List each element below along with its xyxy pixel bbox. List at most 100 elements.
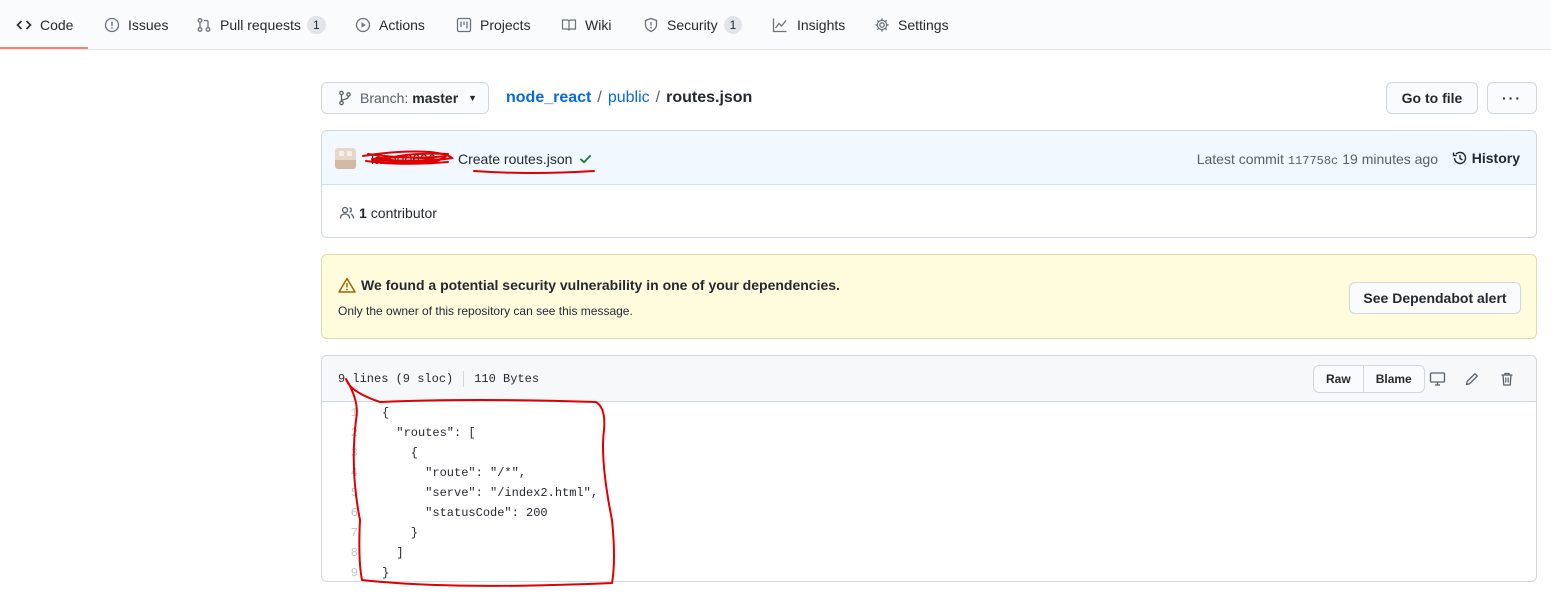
raw-button[interactable]: Raw (1314, 366, 1363, 392)
pull-requests-counter: 1 (306, 16, 326, 34)
tab-security[interactable]: Security 1 (643, 0, 743, 50)
tab-actions-label: Actions (379, 17, 425, 33)
code-line: 1{ (322, 403, 1536, 423)
tab-issues-label: Issues (128, 17, 169, 33)
line-number[interactable]: 4 (322, 463, 362, 483)
line-number[interactable]: 8 (322, 543, 362, 563)
shield-icon (643, 17, 659, 33)
selected-tab-underline (0, 47, 88, 49)
security-alert-subtitle: Only the owner of this repository can se… (338, 304, 633, 318)
see-dependabot-alert-button[interactable]: See Dependabot alert (1349, 282, 1521, 314)
line-number[interactable]: 5 (322, 483, 362, 503)
file-info: 9 lines (9 sloc) 110 Bytes (338, 371, 539, 387)
code-text: } (382, 566, 390, 580)
graph-icon (771, 17, 789, 33)
tab-insights-label: Insights (797, 17, 846, 33)
code-text: ] (382, 546, 404, 560)
code-text: { (382, 406, 390, 420)
trash-icon[interactable] (1498, 370, 1516, 388)
more-options-button[interactable]: ··· (1487, 82, 1537, 114)
project-icon (456, 17, 472, 33)
git-pull-request-icon (196, 17, 212, 33)
commit-sha-link[interactable]: 117758c (1288, 154, 1338, 168)
tab-issues[interactable]: Issues (104, 0, 168, 50)
play-icon (355, 17, 371, 33)
code-line: 8 ] (322, 543, 1536, 563)
tab-settings-label: Settings (898, 17, 949, 33)
branch-prefix: Branch: (360, 90, 409, 106)
code-text: "route": "/*", (382, 466, 527, 480)
pencil-icon[interactable] (1463, 370, 1481, 388)
line-number[interactable]: 7 (322, 523, 362, 543)
security-alert-banner: We found a potential security vulnerabil… (321, 254, 1537, 339)
code-line: 3 { (322, 443, 1536, 463)
branch-name: master (412, 90, 459, 106)
gear-icon (874, 17, 890, 33)
avatar[interactable] (335, 148, 356, 169)
chevron-down-icon: ▼ (468, 93, 478, 103)
branch-selector[interactable]: Branch: master ▼ (321, 82, 489, 114)
issue-opened-icon (104, 17, 120, 33)
breadcrumb-repo-link[interactable]: node_react (506, 89, 591, 107)
breadcrumb-separator: / (597, 89, 602, 106)
tab-pull-requests-label: Pull requests (220, 17, 301, 33)
tab-actions[interactable]: Actions (355, 0, 425, 50)
check-icon[interactable] (578, 151, 593, 170)
code-view: 1{2 "routes": [3 {4 "route": "/*", 5 "ser… (322, 403, 1536, 581)
code-text: "routes": [ (382, 426, 476, 440)
code-text: } (382, 526, 419, 540)
line-number[interactable]: 1 (322, 403, 362, 423)
file-view-buttons: Raw Blame (1313, 365, 1425, 393)
breadcrumb-folder-link[interactable]: public (608, 89, 650, 107)
tab-code[interactable]: Code (16, 0, 73, 50)
code-line: 7 } (322, 523, 1536, 543)
tab-code-label: Code (40, 17, 74, 33)
code-line: 4 "route": "/*", (322, 463, 1536, 483)
code-icon (16, 17, 32, 33)
code-text: "statusCode": 200 (382, 506, 548, 520)
tab-projects-label: Projects (480, 17, 531, 33)
blame-button[interactable]: Blame (1362, 366, 1424, 392)
breadcrumb: node_react / public / routes.json (506, 88, 752, 108)
line-number[interactable]: 2 (322, 423, 362, 443)
tab-wiki-label: Wiki (585, 17, 612, 33)
line-number[interactable]: 3 (322, 443, 362, 463)
security-alert-title-text: We found a potential security vulnerabil… (361, 277, 840, 293)
breadcrumb-file-name: routes.json (666, 89, 753, 106)
git-branch-icon (338, 90, 352, 106)
tab-pull-requests[interactable]: Pull requests 1 (196, 0, 326, 50)
code-text: "serve": "/index2.html", (382, 486, 599, 500)
alert-icon (338, 277, 356, 293)
breadcrumb-separator: / (655, 89, 661, 106)
people-icon (339, 205, 355, 221)
tab-insights[interactable]: Insights (771, 0, 845, 50)
commit-header: lacee0626 Create routes.json Latest comm… (322, 131, 1536, 185)
tab-projects[interactable]: Projects (456, 0, 531, 50)
commit-author[interactable]: lacee0626 (371, 151, 436, 167)
book-icon (561, 17, 577, 33)
security-alert-title: We found a potential security vulnerabil… (338, 277, 840, 293)
code-line: 9} (322, 563, 1536, 581)
tab-security-label: Security (667, 17, 718, 33)
history-label: History (1471, 150, 1520, 166)
history-link[interactable]: History (1452, 150, 1520, 166)
desktop-icon[interactable] (1428, 370, 1446, 388)
line-number[interactable]: 6 (322, 503, 362, 523)
tab-wiki[interactable]: Wiki (561, 0, 611, 50)
code-line: 6 "statusCode": 200 (322, 503, 1536, 523)
commit-message-link[interactable]: Create routes.json (458, 151, 572, 167)
file-size: 110 Bytes (474, 372, 540, 386)
commit-time: 19 minutes ago (1342, 151, 1438, 167)
contributors-link[interactable]: 1 contributor (339, 205, 437, 221)
file-info-divider (463, 371, 465, 387)
code-line: 2 "routes": [ (322, 423, 1536, 443)
go-to-file-button[interactable]: Go to file (1386, 82, 1478, 114)
latest-commit-label: Latest commit (1196, 151, 1284, 167)
history-icon (1452, 150, 1468, 166)
tab-settings[interactable]: Settings (874, 0, 949, 50)
file-header: 9 lines (9 sloc) 110 Bytes Raw Blame (322, 356, 1536, 402)
contributors-label: contributor (370, 205, 437, 221)
line-number[interactable]: 9 (322, 563, 362, 581)
security-counter: 1 (723, 16, 743, 34)
repo-nav: Code Issues Pull requests 1 Actions Proj… (0, 0, 1551, 50)
